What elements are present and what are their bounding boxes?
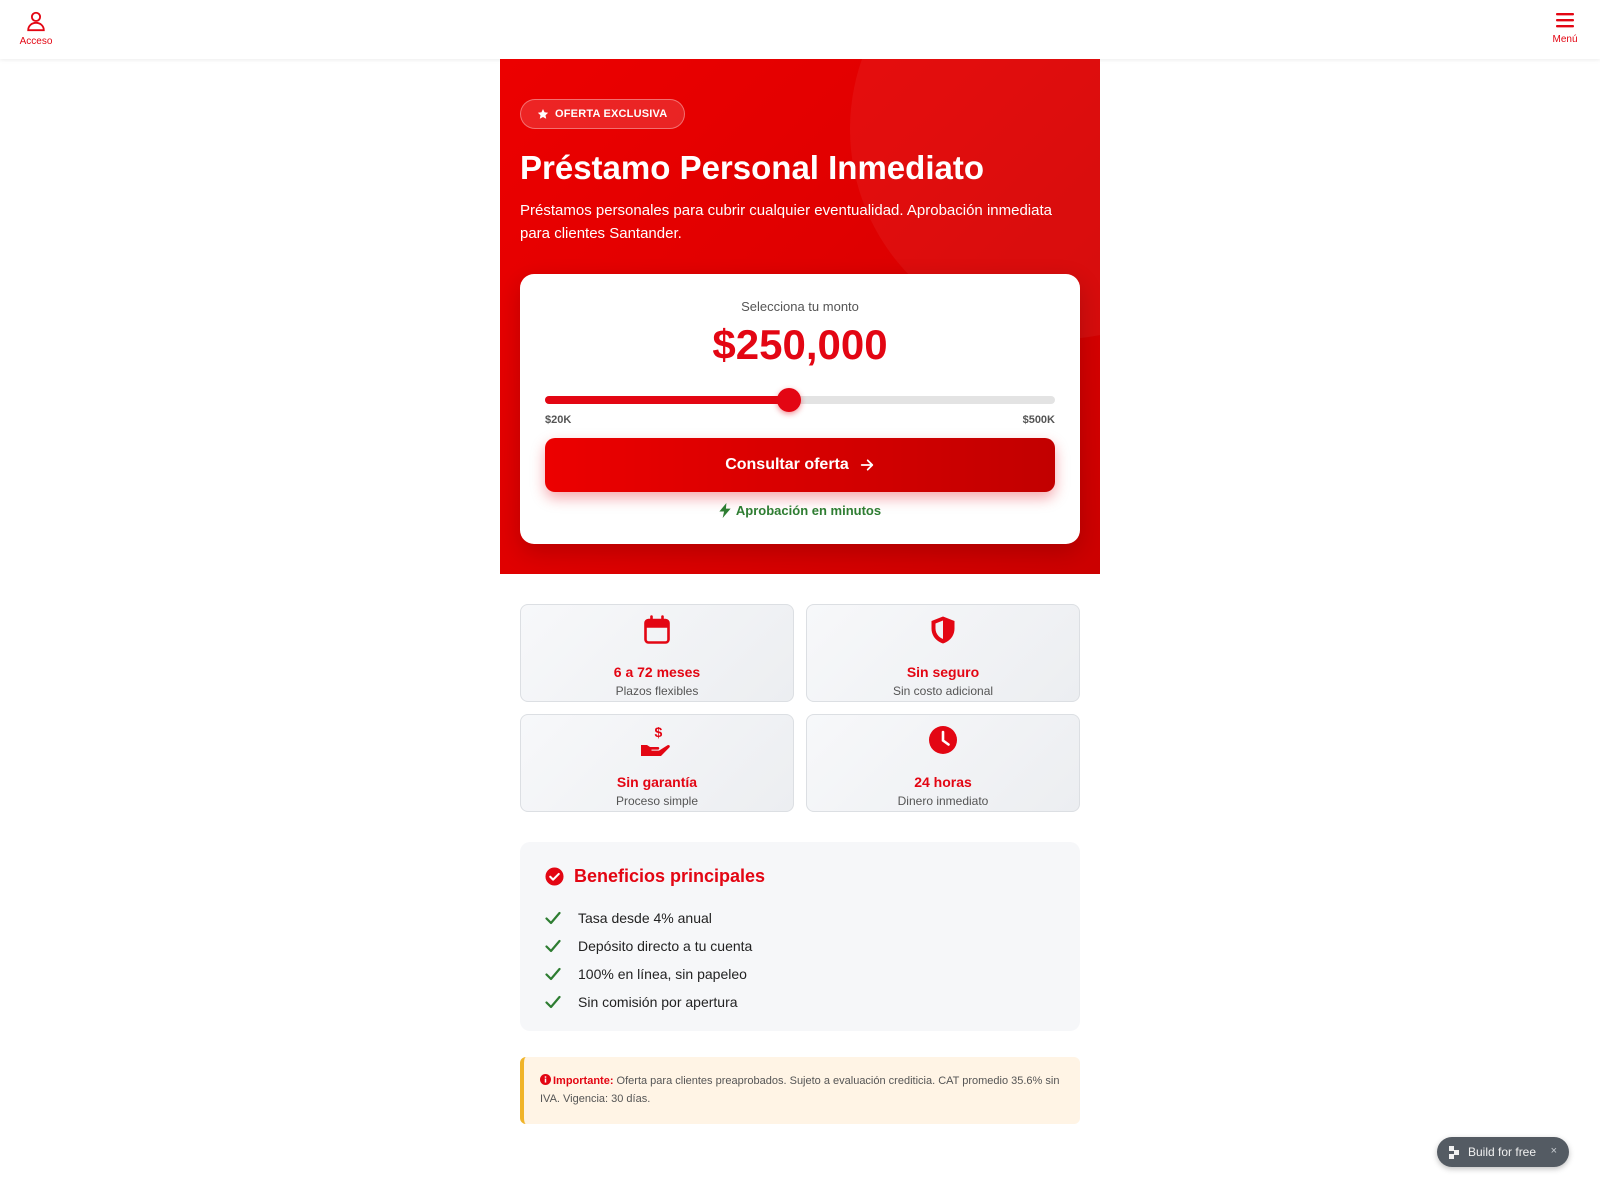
check-icon [545, 911, 561, 925]
list-item: Sin comisión por apertura [545, 988, 752, 1016]
feature-subtitle: Sin costo adicional [892, 684, 994, 698]
feature-subtitle: Plazos flexibles [615, 684, 699, 698]
benefit-text: Depósito directo a tu cuenta [578, 938, 753, 954]
notice-text: Oferta para clientes preaprobados. Sujet… [540, 1075, 1060, 1105]
top-nav: Acceso Menú [0, 0, 1600, 59]
exclusive-offer-badge: OFERTA EXCLUSIVA [520, 99, 686, 129]
feature-guarantee: $ Sin garantía Proceso simple [520, 714, 794, 812]
cta-label: Consultar oferta [725, 456, 849, 473]
important-notice: Importante: Oferta para clientes preapro… [520, 1057, 1080, 1124]
feature-terms: 6 a 72 meses Plazos flexibles [520, 604, 794, 702]
lightning-icon [719, 503, 731, 518]
access-button[interactable]: Acceso [19, 10, 53, 47]
benefits-list: Tasa desde 4% anual Depósito directo a t… [545, 904, 752, 1016]
feature-time: 24 horas Dinero inmediato [806, 714, 1080, 812]
list-item: 100% en línea, sin papeleo [545, 960, 752, 988]
access-label: Acceso [19, 36, 53, 47]
logo-icon [1449, 1145, 1459, 1159]
slider-fill [545, 396, 790, 404]
info-icon [540, 1074, 551, 1085]
approval-note: Aprobación en minutos [520, 503, 1080, 518]
clock-icon [929, 726, 957, 754]
consult-offer-button[interactable]: Consultar oferta [545, 438, 1055, 492]
svg-text:$: $ [655, 725, 663, 740]
shield-icon [931, 616, 955, 644]
arrow-right-icon [860, 459, 873, 471]
feature-subtitle: Proceso simple [615, 794, 699, 808]
list-item: Tasa desde 4% anual [545, 904, 752, 932]
build-for-free-label: Build for free [1468, 1145, 1537, 1159]
feature-title: 6 a 72 meses [613, 664, 701, 680]
slider-thumb[interactable] [777, 388, 802, 412]
check-icon [545, 967, 561, 981]
amount-label: Selecciona tu monto [741, 299, 859, 314]
feature-title: Sin garantía [616, 774, 698, 790]
close-icon[interactable]: × [1551, 1145, 1557, 1157]
check-icon [545, 995, 561, 1009]
benefit-text: 100% en línea, sin papeleo [578, 966, 747, 982]
hamburger-menu-icon [1556, 13, 1574, 28]
slider-max-label: $500K [1022, 414, 1055, 426]
feature-title: 24 horas [914, 774, 972, 790]
menu-button[interactable]: Menú [1550, 10, 1580, 45]
notice-label: Importante: [553, 1075, 614, 1087]
benefit-text: Sin comisión por apertura [578, 994, 738, 1010]
hero-section: OFERTA EXCLUSIVA Préstamo Personal Inmed… [500, 59, 1100, 574]
slider-min-label: $20K [545, 414, 572, 426]
page-subtitle: Préstamos personales para cubrir cualqui… [520, 202, 1052, 242]
benefits-section: Beneficios principales Tasa desde 4% anu… [520, 842, 1080, 1031]
menu-label: Menú [1552, 34, 1578, 45]
benefits-title: Beneficios principales [574, 866, 766, 886]
calendar-icon [644, 615, 670, 644]
user-icon [27, 11, 45, 32]
badge-text: OFERTA EXCLUSIVA [555, 108, 668, 120]
amount-slider[interactable] [545, 388, 1055, 412]
loan-calculator-card: Selecciona tu monto $250,000 $20K $500K … [520, 274, 1080, 544]
build-for-free-button[interactable]: Build for free × [1437, 1137, 1569, 1167]
feature-title: Sin seguro [906, 664, 980, 680]
hand-dollar-icon: $ [641, 725, 670, 756]
amount-value: $250,000 [712, 321, 888, 368]
check-circle-icon [545, 867, 564, 886]
feature-subtitle: Dinero inmediato [897, 794, 989, 808]
approval-text: Aprobación en minutos [735, 503, 882, 518]
benefit-text: Tasa desde 4% anual [578, 910, 712, 926]
page-title: Préstamo Personal Inmediato [520, 149, 984, 186]
list-item: Depósito directo a tu cuenta [545, 932, 752, 960]
star-icon [537, 109, 549, 119]
feature-insurance: Sin seguro Sin costo adicional [806, 604, 1080, 702]
check-icon [545, 939, 561, 953]
